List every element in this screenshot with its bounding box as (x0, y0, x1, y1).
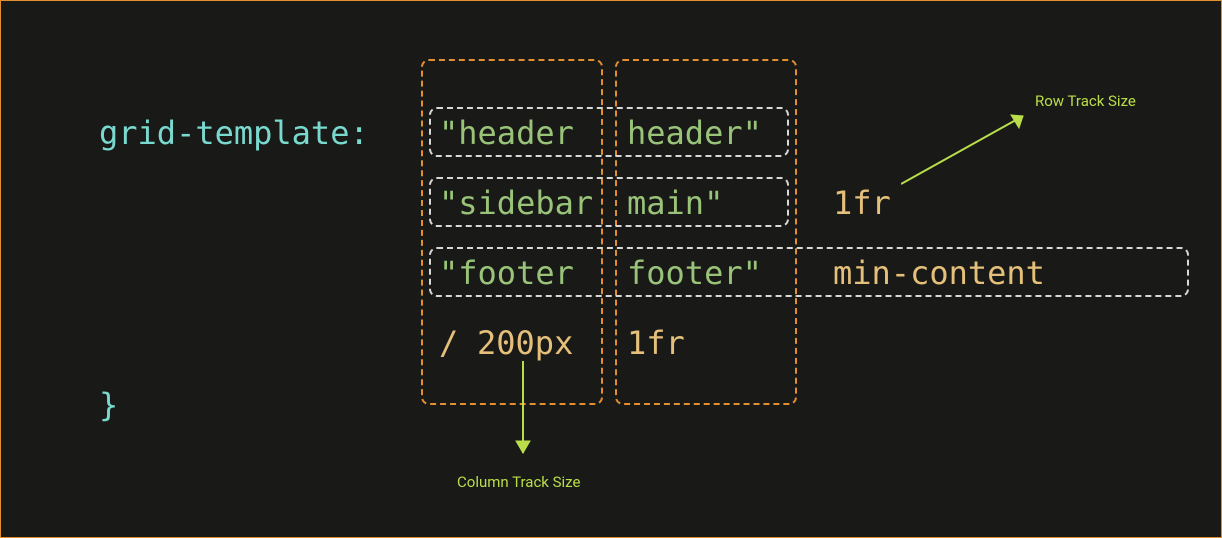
area-footer-2: footer" (627, 257, 762, 289)
row2-size: 1fr (833, 187, 891, 219)
row3-size: min-content (833, 257, 1045, 289)
area-header-2: header" (627, 117, 762, 149)
closing-brace: } (99, 389, 118, 421)
arrow-row-track-icon (901, 106, 1041, 186)
area-sidebar: "sidebar (439, 187, 593, 219)
area-footer-1: "footer (439, 257, 574, 289)
col-track-label: Column Track Size (457, 473, 580, 491)
col1-size: 200px (477, 327, 573, 359)
arrow-col-track-icon (511, 361, 535, 461)
area-header-1: "header (439, 117, 574, 149)
column-slash: / (439, 327, 458, 359)
diagram-stage: grid-template: "header header" "sidebar … (1, 1, 1221, 537)
col2-size: 1fr (627, 327, 685, 359)
css-property-name: grid-template: (99, 117, 369, 149)
row-track-label: Row Track Size (1035, 92, 1136, 110)
area-main: main" (627, 187, 723, 219)
